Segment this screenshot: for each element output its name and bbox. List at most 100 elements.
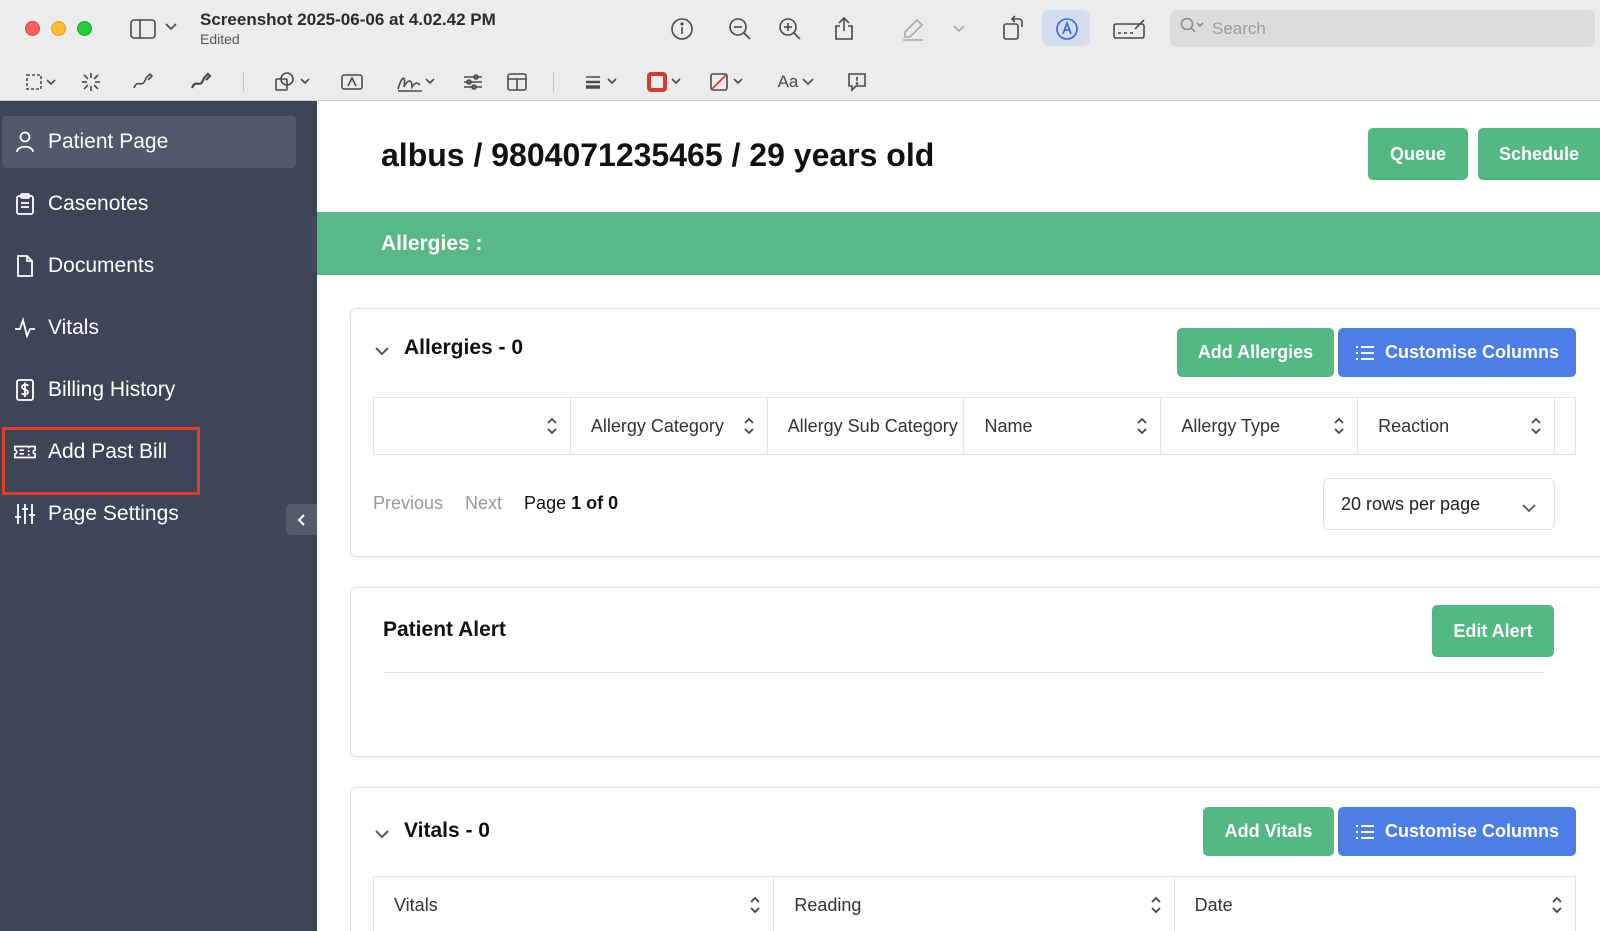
- sidebar-toggle-icon[interactable]: [130, 16, 156, 42]
- edit-alert-button[interactable]: Edit Alert: [1432, 605, 1554, 657]
- border-color-icon[interactable]: [646, 72, 686, 92]
- shapes-icon[interactable]: [274, 71, 314, 93]
- adjust-color-icon[interactable]: [462, 72, 484, 92]
- column-header-overflow: [1555, 398, 1575, 454]
- list-icon: [1355, 824, 1374, 839]
- highlight-annotation-box: [2, 427, 200, 495]
- customise-columns-label: Customise Columns: [1384, 342, 1560, 362]
- add-allergies-button[interactable]: Add Allergies: [1177, 328, 1334, 377]
- window-titlebar: Screenshot 2025-06-06 at 4.02.42 PM Edit…: [0, 0, 1600, 62]
- chevron-down-icon: [1522, 497, 1536, 518]
- window-title: Screenshot 2025-06-06 at 4.02.42 PM: [200, 10, 496, 29]
- sort-icon[interactable]: [1333, 417, 1345, 440]
- sort-icon[interactable]: [749, 896, 761, 919]
- search-placeholder: Search: [1212, 18, 1266, 38]
- chevron-down-icon[interactable]: [375, 343, 389, 361]
- previous-page-button[interactable]: Previous: [373, 493, 443, 514]
- patient-alert-title: Patient Alert: [383, 618, 506, 641]
- allergies-card: Allergies - 0 Add Allergies Customise Co…: [350, 308, 1600, 557]
- sidebar-item-page-settings[interactable]: Page Settings: [2, 488, 296, 540]
- allergies-table-header: Allergy Category Allergy Sub Category Na…: [373, 397, 1576, 455]
- draw-icon[interactable]: [190, 72, 212, 92]
- markup-icon[interactable]: [1054, 16, 1080, 42]
- zoom-window-button[interactable]: [77, 21, 92, 36]
- main-content: albus / 9804071235465 / 29 years old Que…: [317, 101, 1600, 931]
- sort-icon[interactable]: [1530, 417, 1542, 440]
- zoom-in-icon[interactable]: [777, 16, 803, 42]
- billing-icon: [14, 379, 36, 401]
- sidebar-item-patient-page[interactable]: Patient Page: [2, 116, 296, 168]
- chevron-down-icon[interactable]: [952, 22, 966, 36]
- sort-icon[interactable]: [743, 417, 755, 440]
- chevron-down-icon[interactable]: [375, 826, 389, 844]
- info-icon[interactable]: [669, 16, 695, 42]
- clipboard-icon: [14, 193, 36, 215]
- text-style-label: Aa: [777, 72, 799, 91]
- markup-toolbar: Aa: [0, 62, 1600, 101]
- activity-icon: [14, 317, 36, 339]
- sidebar-item-vitals[interactable]: Vitals: [2, 302, 296, 354]
- column-header-date[interactable]: Date: [1175, 877, 1575, 931]
- annotation-icon[interactable]: [846, 71, 868, 93]
- column-header-vitals[interactable]: Vitals: [374, 877, 775, 931]
- close-window-button[interactable]: [25, 21, 40, 36]
- highlighter-icon[interactable]: [900, 16, 926, 42]
- column-header-allergy-sub-category[interactable]: Allergy Sub Category: [768, 398, 965, 454]
- allergy-banner-label: Allergies :: [381, 232, 483, 255]
- chevron-down-icon[interactable]: [164, 20, 178, 34]
- rows-per-page-value: 20 rows per page: [1341, 493, 1481, 514]
- column-header-allergy-category[interactable]: Allergy Category: [571, 398, 768, 454]
- customise-columns-label: Customise Columns: [1384, 821, 1560, 841]
- adjust-size-icon[interactable]: [506, 72, 528, 92]
- sidebar-item-label: Vitals: [48, 316, 99, 339]
- column-header[interactable]: [374, 398, 571, 454]
- sidebar-item-billing-history[interactable]: Billing History: [2, 364, 296, 416]
- sidebar-item-documents[interactable]: Documents: [2, 240, 296, 292]
- rows-per-page-select[interactable]: 20 rows per page: [1323, 478, 1555, 530]
- customise-columns-button[interactable]: Customise Columns: [1338, 807, 1576, 856]
- search-icon: [1180, 17, 1204, 40]
- column-header-allergy-type[interactable]: Allergy Type: [1161, 398, 1359, 454]
- list-icon: [1355, 345, 1374, 360]
- column-header-reaction[interactable]: Reaction: [1358, 398, 1555, 454]
- pagination: Previous Next Page 1 of 0: [373, 493, 618, 514]
- column-header-name[interactable]: Name: [964, 398, 1162, 454]
- sidebar-item-label: Documents: [48, 254, 155, 277]
- vitals-card: Vitals - 0 Add Vitals Customise Columns …: [350, 787, 1600, 931]
- zoom-out-icon[interactable]: [727, 16, 753, 42]
- sort-icon[interactable]: [1150, 896, 1162, 919]
- rotate-icon[interactable]: [1000, 14, 1026, 42]
- share-icon[interactable]: [831, 14, 857, 42]
- page-title: albus / 9804071235465 / 29 years old: [381, 137, 935, 173]
- sidebar-item-label: Billing History: [48, 378, 176, 401]
- line-style-icon[interactable]: [584, 72, 624, 92]
- signature-icon[interactable]: [396, 71, 438, 93]
- search-field[interactable]: Search: [1170, 10, 1595, 47]
- next-page-button[interactable]: Next: [465, 493, 502, 514]
- page-indicator: Page 1 of 0: [524, 493, 619, 513]
- window-subtitle: Edited: [200, 31, 240, 47]
- sort-icon[interactable]: [1551, 896, 1563, 919]
- sidebar-item-casenotes[interactable]: Casenotes: [2, 178, 296, 230]
- form-fill-icon[interactable]: [1113, 16, 1147, 42]
- collapse-sidebar-button[interactable]: [286, 504, 317, 535]
- minimize-window-button[interactable]: [51, 21, 66, 36]
- instant-alpha-icon[interactable]: [80, 72, 102, 92]
- customise-columns-button[interactable]: Customise Columns: [1338, 328, 1576, 377]
- fill-color-icon[interactable]: [708, 72, 748, 92]
- add-vitals-button[interactable]: Add Vitals: [1203, 807, 1334, 856]
- sort-icon[interactable]: [1136, 417, 1148, 440]
- allergy-banner: Allergies :: [317, 212, 1600, 275]
- sidebar: Patient Page Casenotes Documents Vitals …: [0, 101, 317, 931]
- sort-icon[interactable]: [546, 417, 558, 440]
- schedule-button[interactable]: Schedule: [1478, 128, 1600, 180]
- text-box-icon[interactable]: [340, 72, 364, 92]
- sketch-icon[interactable]: [132, 72, 154, 92]
- document-icon: [14, 255, 36, 277]
- text-style-button[interactable]: Aa: [776, 71, 816, 93]
- column-header-reading[interactable]: Reading: [774, 877, 1175, 931]
- patient-alert-card: Patient Alert Edit Alert: [350, 587, 1600, 757]
- rectangular-selection-icon[interactable]: [25, 72, 59, 92]
- queue-button[interactable]: Queue: [1368, 128, 1468, 180]
- allergies-title: Allergies - 0: [404, 336, 524, 359]
